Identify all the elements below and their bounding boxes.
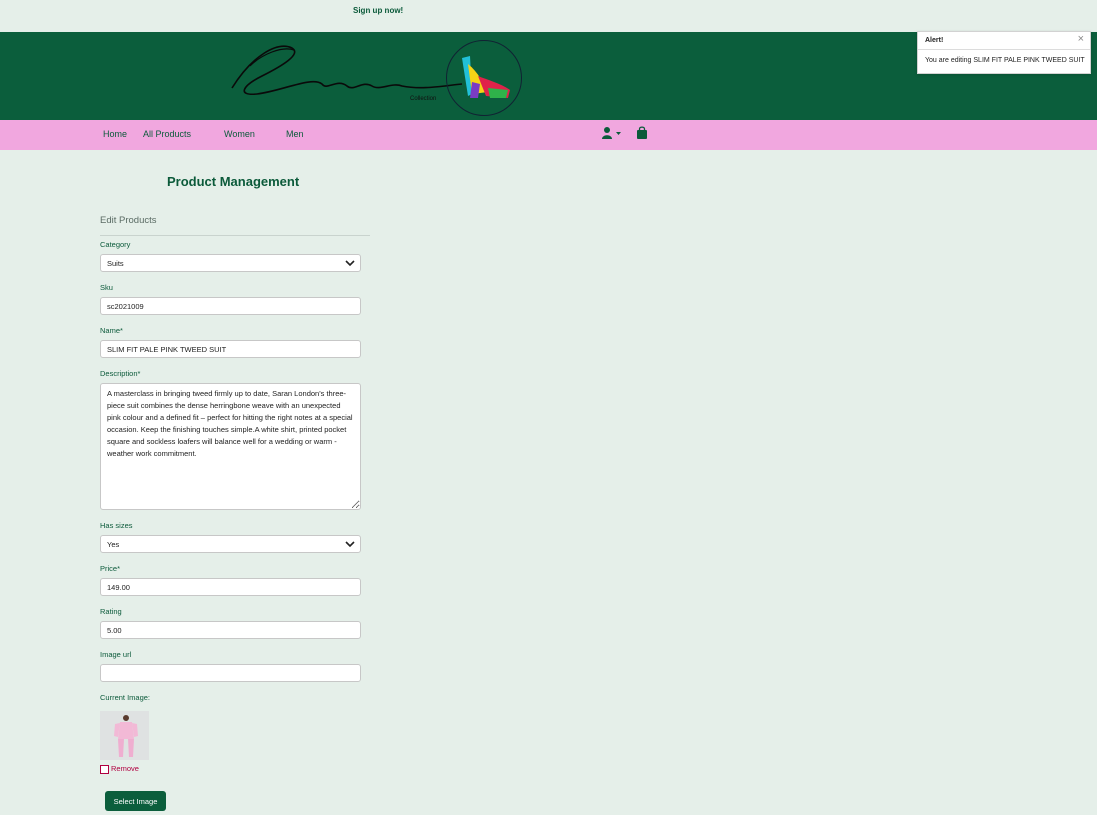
description-textarea[interactable]: A masterclass in bringing tweed firmly u… bbox=[100, 383, 361, 510]
page-title: Product Management bbox=[167, 174, 300, 189]
shopping-bag-icon[interactable] bbox=[636, 126, 648, 145]
logo-subtext: Collection bbox=[410, 96, 437, 102]
section-divider bbox=[100, 235, 370, 236]
name-label: Name* bbox=[100, 326, 123, 335]
alert-title: Alert! bbox=[925, 37, 944, 44]
rating-label: Rating bbox=[100, 607, 122, 616]
alert-header: Alert! × bbox=[918, 32, 1090, 50]
has-sizes-label: Has sizes bbox=[100, 521, 133, 530]
main-nav: Home All Products Women Men bbox=[0, 120, 1097, 150]
current-image-label: Current Image: bbox=[100, 693, 151, 702]
alert-message: You are editing SLIM FIT PALE PINK TWEED… bbox=[925, 57, 1085, 64]
nav-home[interactable]: Home bbox=[103, 129, 127, 139]
category-select[interactable]: Suits bbox=[100, 254, 361, 272]
has-sizes-value: Yes bbox=[107, 540, 120, 549]
sku-label: Sku bbox=[100, 283, 113, 292]
remove-label[interactable]: Remove bbox=[111, 764, 139, 773]
category-label: Category bbox=[100, 240, 131, 249]
user-icon[interactable] bbox=[602, 126, 622, 145]
image-url-input[interactable] bbox=[100, 664, 361, 682]
image-url-label: Image url bbox=[100, 650, 132, 659]
nav-men[interactable]: Men bbox=[286, 129, 304, 139]
select-image-button[interactable]: Select Image bbox=[105, 791, 166, 811]
description-label: Description* bbox=[100, 369, 141, 378]
brand-logo[interactable]: Collection bbox=[222, 36, 526, 122]
name-input[interactable]: SLIM FIT PALE PINK TWEED SUIT bbox=[100, 340, 361, 358]
rating-input[interactable]: 5.00 bbox=[100, 621, 361, 639]
sku-input[interactable]: sc2021009 bbox=[100, 297, 361, 315]
remove-checkbox[interactable] bbox=[100, 765, 109, 774]
chevron-down-icon bbox=[345, 541, 355, 548]
price-label: Price* bbox=[100, 564, 121, 573]
chevron-down-icon bbox=[345, 260, 355, 267]
price-input[interactable]: 149.00 bbox=[100, 578, 361, 596]
has-sizes-select[interactable]: Yes bbox=[100, 535, 361, 553]
top-bar: Sign up now! bbox=[0, 0, 1097, 32]
section-title: Edit Products bbox=[100, 215, 157, 226]
alert-toast: Alert! × You are editing SLIM FIT PALE P… bbox=[917, 31, 1091, 74]
signup-link[interactable]: Sign up now! bbox=[353, 6, 403, 15]
shoe-icon bbox=[462, 56, 510, 98]
nav-all-products[interactable]: All Products bbox=[143, 129, 191, 139]
product-thumbnail bbox=[100, 711, 149, 760]
close-icon[interactable]: × bbox=[1078, 33, 1084, 45]
nav-women[interactable]: Women bbox=[224, 129, 255, 139]
category-value: Suits bbox=[107, 259, 124, 268]
